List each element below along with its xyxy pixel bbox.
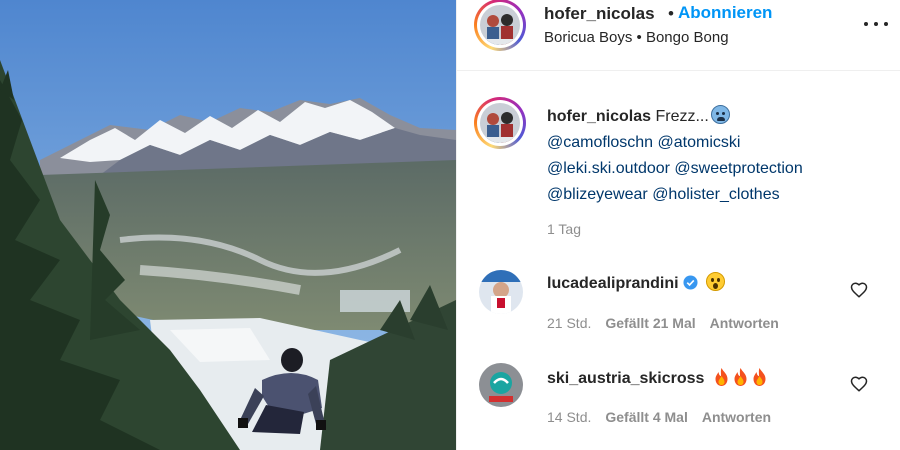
separator-dot: • <box>668 4 674 23</box>
commenter-avatar-image <box>479 363 523 407</box>
cold-face-emoji-icon <box>710 105 730 124</box>
header-divider <box>457 70 900 71</box>
follow-button[interactable]: Abonnieren <box>678 3 772 23</box>
comment-time[interactable]: 21 Std. <box>547 315 591 331</box>
comment-item: ski_austria_skicross <box>547 367 768 388</box>
verified-badge-icon <box>683 275 698 290</box>
fire-emoji-icon <box>715 368 728 386</box>
audio-track-link[interactable]: Boricua Boys • Bongo Bong <box>544 29 729 46</box>
post-side-panel: hofer_nicolas • Abonnieren Boricua Boys … <box>456 0 900 450</box>
caption-avatar-image <box>480 103 520 143</box>
comment-item: lucadealiprandini <box>547 272 725 293</box>
mention-link[interactable]: @holister_clothes <box>652 186 779 203</box>
comment-username[interactable]: lucadealiprandini <box>547 275 679 292</box>
caption-username[interactable]: hofer_nicolas <box>547 108 651 125</box>
commenter-avatar-image <box>479 270 523 314</box>
caption-text: Frezz... <box>655 108 709 125</box>
astonished-face-emoji-icon <box>705 272 725 291</box>
caption-timestamp[interactable]: 1 Tag <box>547 221 581 237</box>
mention-link[interactable]: @atomicski <box>658 134 741 151</box>
commenter-avatar[interactable] <box>479 363 523 407</box>
heart-icon[interactable] <box>850 281 868 299</box>
comment-time[interactable]: 14 Std. <box>547 409 591 425</box>
ski-video-frame <box>0 0 456 450</box>
heart-icon[interactable] <box>850 375 868 393</box>
author-avatar-image <box>480 5 520 45</box>
post-caption: hofer_nicolas Frezz... @camofloschn @ato… <box>547 104 887 208</box>
mention-link[interactable]: @sweetprotection <box>674 160 802 177</box>
comment-meta: 14 Std. Gefällt 4 Mal Antworten <box>547 409 771 425</box>
fire-emoji-icon <box>753 368 766 386</box>
mention-link[interactable]: @leki.ski.outdoor <box>547 160 670 177</box>
commenter-avatar[interactable] <box>479 270 523 314</box>
comment-meta: 21 Std. Gefällt 21 Mal Antworten <box>547 315 779 331</box>
reply-button[interactable]: Antworten <box>702 409 771 425</box>
comment-username[interactable]: ski_austria_skicross <box>547 370 704 387</box>
comment-likes[interactable]: Gefällt 4 Mal <box>605 409 687 425</box>
fire-emoji-icon <box>734 368 747 386</box>
mention-link[interactable]: @blizeyewear <box>547 186 648 203</box>
post-media-video[interactable] <box>0 0 456 450</box>
mention-link[interactable]: @camofloschn <box>547 134 653 151</box>
post-header: hofer_nicolas • Abonnieren Boricua Boys … <box>457 0 900 51</box>
reply-button[interactable]: Antworten <box>710 315 779 331</box>
more-options-icon[interactable] <box>863 14 889 34</box>
caption-author-avatar[interactable] <box>474 97 526 149</box>
author-avatar[interactable] <box>474 0 526 51</box>
comment-likes[interactable]: Gefällt 21 Mal <box>605 315 695 331</box>
author-username[interactable]: hofer_nicolas <box>544 4 655 24</box>
